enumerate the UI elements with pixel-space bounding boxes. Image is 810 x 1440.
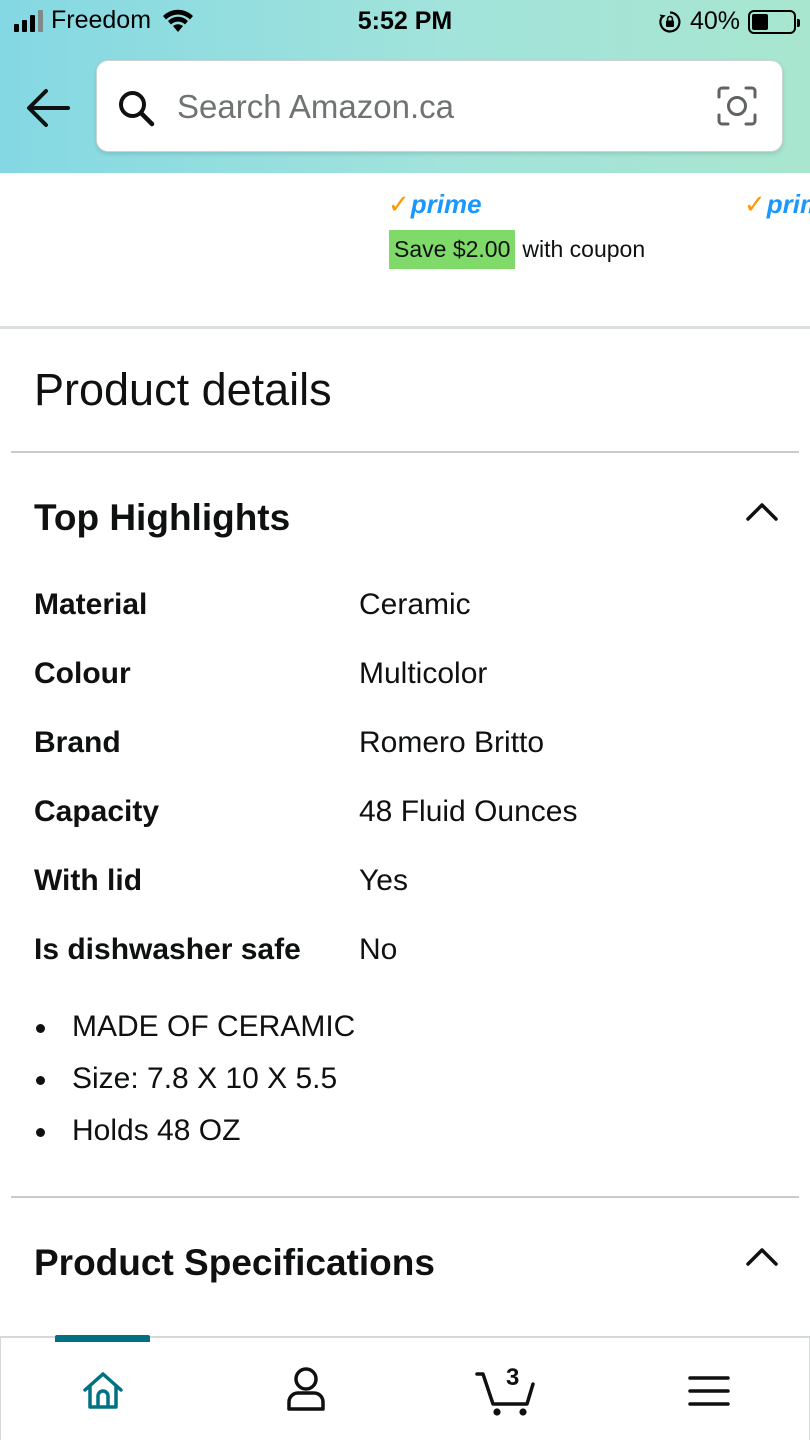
coupon-text: with coupon [522,236,646,262]
battery-nub [797,18,800,27]
highlight-value: Romero Britto [359,726,545,759]
coupon-badge[interactable]: Save $2.00 [389,230,516,269]
tab-home[interactable] [38,1338,168,1440]
highlight-row-material: Material Ceramic [34,588,774,628]
status-bar: Freedom 5:52 PM 40% [0,0,810,48]
bullet-item: Size: 7.8 X 10 X 5.5 [34,1062,774,1114]
tab-account[interactable] [241,1338,371,1440]
prime-check-icon: ✓ [744,189,766,219]
related-products-strip: ✓prime ✓prim Save $2.00 with coupon [0,173,810,329]
highlight-value: Multicolor [359,657,488,690]
highlight-label: Is dishwasher safe [34,933,301,966]
product-specifications-heading[interactable]: Product Specifications [34,1242,435,1284]
rotation-lock-icon [659,10,681,33]
highlight-label: Colour [34,657,131,690]
highlight-row-colour: Colour Multicolor [34,657,774,697]
highlight-value: Ceramic [359,588,471,621]
highlight-value: 48 Fluid Ounces [359,795,578,828]
account-icon [287,1367,325,1411]
top-highlights-heading[interactable]: Top Highlights [34,497,290,539]
search-input[interactable] [177,79,697,135]
app-header: Freedom 5:52 PM 40% [0,0,810,173]
divider [11,1196,799,1198]
highlight-label: Material [34,588,148,621]
search-icon[interactable] [117,89,155,127]
coupon-row: Save $2.00 with coupon [389,230,645,269]
product-details-title: Product details [34,364,332,415]
highlight-value: Yes [359,864,408,897]
prime-badge: ✓prime [388,189,482,220]
highlight-row-dishwasher-safe: Is dishwasher safe No [34,933,774,973]
prime-badge-partial: ✓prim [744,189,810,220]
bullet-item: MADE OF CERAMIC [34,1010,774,1062]
highlight-value: No [359,933,398,966]
prime-label: prim [766,189,810,219]
prime-check-icon: ✓ [388,189,410,219]
highlight-label: Capacity [34,795,160,828]
highlight-row-with-lid: With lid Yes [34,864,774,904]
highlight-bullets: MADE OF CERAMIC Size: 7.8 X 10 X 5.5 Hol… [34,1010,774,1166]
tab-menu[interactable] [644,1338,774,1440]
bullet-item: Holds 48 OZ [34,1114,774,1166]
highlight-label: Brand [34,726,121,759]
battery-icon [748,9,800,34]
back-arrow-icon[interactable] [24,86,70,130]
divider [11,451,799,453]
search-bar[interactable] [96,60,783,152]
highlight-row-capacity: Capacity 48 Fluid Ounces [34,795,774,835]
battery-percent: 40% [689,7,740,35]
highlight-row-brand: Brand Romero Britto [34,726,774,766]
menu-icon [688,1376,730,1406]
bottom-tab-bar: 3 [0,1335,810,1440]
tab-cart[interactable]: 3 [442,1338,572,1440]
chevron-up-icon[interactable] [745,1245,779,1267]
home-icon [83,1372,123,1409]
prime-label: prime [410,189,482,219]
status-right: 40% [658,7,800,36]
cart-count-badge: 3 [506,1364,520,1391]
highlight-label: With lid [34,864,143,897]
camera-search-icon[interactable] [716,85,758,127]
chevron-up-icon[interactable] [745,500,779,522]
battery-fill [752,13,768,30]
section-divider [0,326,810,329]
